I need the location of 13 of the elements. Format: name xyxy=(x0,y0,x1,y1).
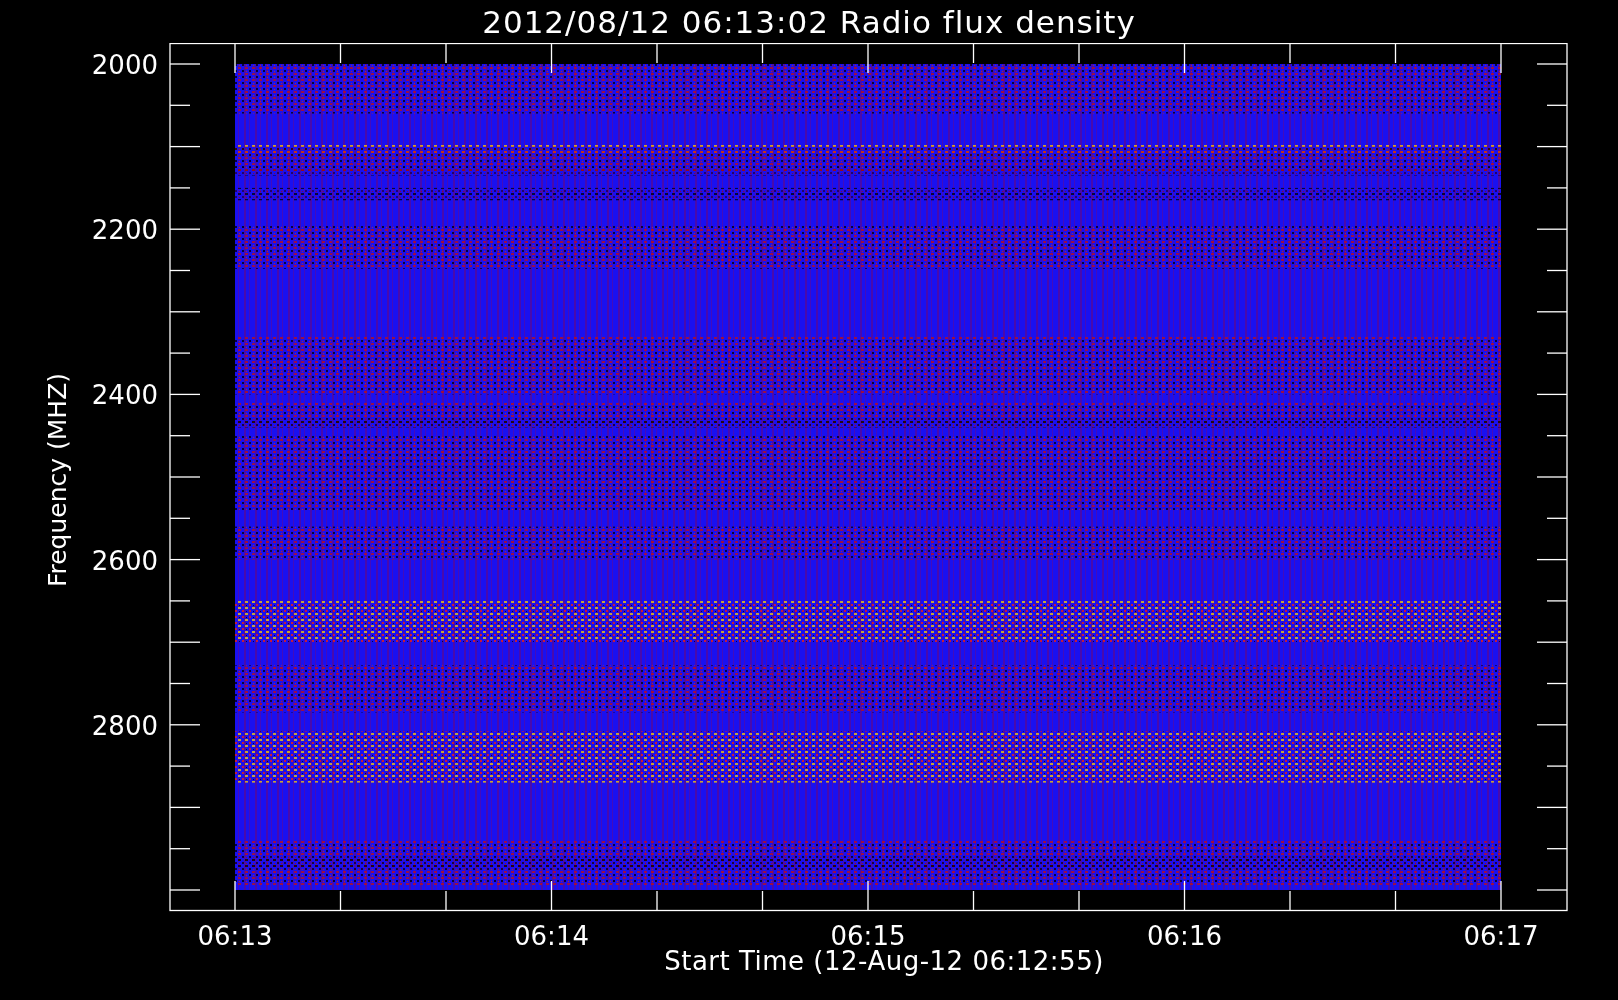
x-tick-label: 06:14 xyxy=(514,921,589,948)
y-tick-label: 2400 xyxy=(91,380,158,411)
x-tick-label: 06:15 xyxy=(830,921,906,948)
x-tick-label: 06:17 xyxy=(1463,921,1539,948)
y-tick-label: 2200 xyxy=(91,215,158,246)
y-tick-label: 2800 xyxy=(91,710,158,741)
y-axis-label: Frequency (MHZ) xyxy=(43,372,72,588)
y-tick-label: 2000 xyxy=(91,50,158,80)
y-tick-label: 2600 xyxy=(91,545,158,576)
x-tick-label: 06:13 xyxy=(197,921,273,948)
x-axis-label: Start Time (12-Aug-12 06:12:55) xyxy=(664,946,1104,976)
x-tick-label: 06:16 xyxy=(1147,921,1222,948)
chart-title: 2012/08/12 06:13:02 Radio flux density xyxy=(482,3,1136,40)
